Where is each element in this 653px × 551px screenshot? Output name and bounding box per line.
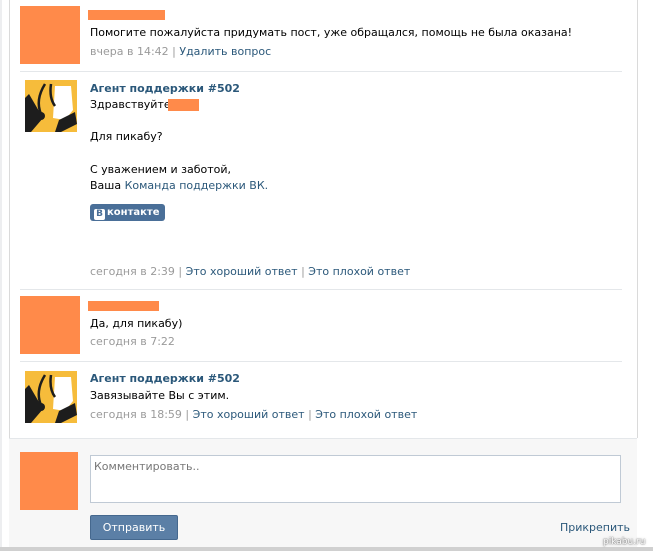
user-reply-text: Да, для пикабу) bbox=[90, 317, 183, 330]
vk-logo-icon: В bbox=[94, 209, 105, 220]
reply-signature-line2: Ваша Команда поддержки ВК. bbox=[90, 179, 268, 193]
agent-name[interactable]: Агент поддержки #502 bbox=[90, 372, 240, 386]
good-answer-link[interactable]: Это хороший ответ bbox=[193, 408, 305, 421]
user-name-redacted bbox=[168, 99, 199, 111]
separator: | bbox=[308, 408, 312, 421]
separator: | bbox=[178, 265, 183, 278]
comment-input[interactable]: Комментировать.. bbox=[90, 455, 621, 503]
separator: | bbox=[301, 265, 305, 278]
agent-stethoscope-icon bbox=[25, 80, 77, 132]
reply-time: сегодня в 2:39 bbox=[90, 265, 175, 278]
send-button[interactable]: Отправить bbox=[90, 515, 178, 540]
frame-border-left bbox=[9, 0, 10, 438]
vk-logo-badge: Вконтакте bbox=[90, 204, 165, 221]
user-name-redacted[interactable] bbox=[88, 10, 165, 20]
bottom-border bbox=[0, 547, 653, 551]
attach-link[interactable]: Прикрепить bbox=[560, 521, 630, 535]
reply-meta: сегодня в 2:39 | Это хороший ответ | Это… bbox=[90, 265, 410, 279]
watermark: pikabu.ru bbox=[603, 537, 646, 547]
bad-answer-link[interactable]: Это плохой ответ bbox=[315, 408, 417, 421]
divider bbox=[20, 71, 622, 72]
agent-name[interactable]: Агент поддержки #502 bbox=[90, 82, 240, 96]
reply-greeting: Здравствуйте, bbox=[90, 98, 174, 112]
question-meta: вчера в 14:42 | Удалить вопрос bbox=[90, 45, 271, 59]
agent-avatar[interactable] bbox=[25, 80, 77, 132]
reply-line: Для пикабу? bbox=[90, 130, 163, 143]
vk-logo-text: контакте bbox=[107, 207, 160, 218]
delete-question-link[interactable]: Удалить вопрос bbox=[179, 45, 271, 58]
signature-prefix: Ваша bbox=[90, 179, 122, 192]
left-edge bbox=[0, 0, 2, 551]
agent-stethoscope-icon bbox=[25, 371, 77, 423]
question-text: Помогите пожалуйста придумать пост, уже … bbox=[90, 26, 573, 39]
reply2-meta: сегодня в 18:59 | Это хороший ответ | Эт… bbox=[90, 408, 417, 422]
divider bbox=[20, 289, 622, 290]
user-reply-time: сегодня в 7:22 bbox=[90, 335, 175, 348]
good-answer-link[interactable]: Это хороший ответ bbox=[186, 265, 298, 278]
greeting-text: Здравствуйте, bbox=[90, 98, 175, 111]
my-avatar-redacted bbox=[20, 452, 78, 510]
reply2-text: Завязывайте Вы с этим. bbox=[90, 389, 230, 402]
support-team-link[interactable]: Команда поддержки ВК. bbox=[125, 179, 269, 192]
separator: | bbox=[172, 45, 176, 58]
question-time: вчера в 14:42 bbox=[90, 45, 169, 58]
user-name-redacted[interactable] bbox=[88, 301, 159, 311]
reply-signature-line1: С уважением и заботой, bbox=[90, 163, 232, 176]
frame-border-right bbox=[637, 0, 638, 438]
bad-answer-link[interactable]: Это плохой ответ bbox=[308, 265, 410, 278]
user-avatar-redacted[interactable] bbox=[20, 6, 80, 64]
user-avatar-redacted[interactable] bbox=[20, 296, 80, 354]
reply2-time: сегодня в 18:59 bbox=[90, 408, 182, 421]
divider bbox=[20, 361, 622, 362]
separator: | bbox=[185, 408, 190, 421]
agent-avatar[interactable] bbox=[25, 371, 77, 423]
